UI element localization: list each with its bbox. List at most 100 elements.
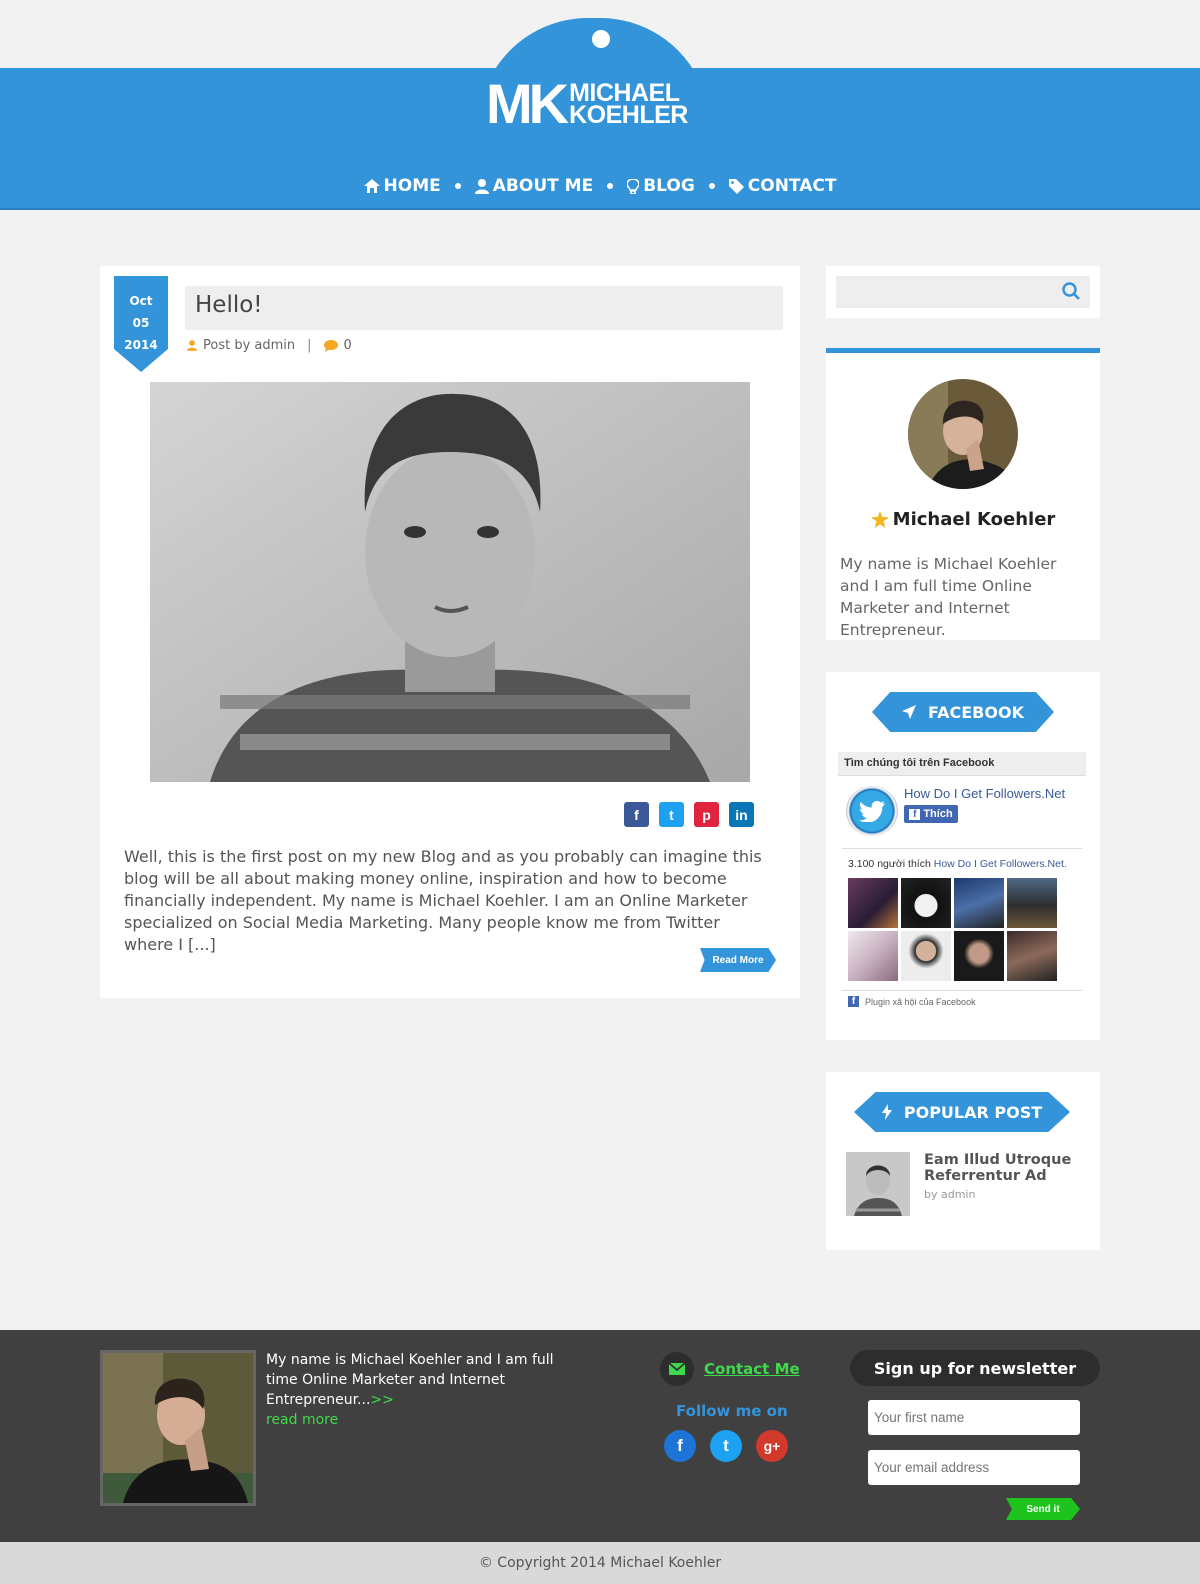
nav-home-label: HOME bbox=[383, 176, 441, 196]
about-name: Michael Koehler bbox=[826, 509, 1100, 530]
post-featured-image[interactable] bbox=[150, 382, 750, 782]
newsletter-first-name-field[interactable] bbox=[868, 1400, 1080, 1435]
footer-arrow[interactable]: >> bbox=[370, 1392, 393, 1408]
newsletter-email-field[interactable] bbox=[868, 1450, 1080, 1485]
post-date-year: 2014 bbox=[124, 338, 158, 352]
post-date-day: 05 bbox=[132, 316, 150, 330]
google-plus-social-button[interactable]: g+ bbox=[756, 1430, 788, 1462]
facebook-widget-title-text: FACEBOOK bbox=[928, 702, 1024, 722]
read-more-button[interactable]: Read More bbox=[700, 948, 776, 972]
newsletter-title: Sign up for newsletter bbox=[850, 1350, 1100, 1386]
about-widget: Michael Koehler My name is Michael Koehl… bbox=[826, 348, 1100, 640]
post-meta: Post by admin | 0 bbox=[187, 338, 352, 353]
post-author[interactable]: Post by admin bbox=[203, 338, 295, 353]
search-input[interactable] bbox=[836, 276, 1090, 308]
logo-name: MICHAEL KOEHLER bbox=[569, 81, 688, 129]
facebook-social-button[interactable]: f bbox=[664, 1430, 696, 1462]
fb-like-count: 3.100 người thích How Do I Get Followers… bbox=[848, 858, 1067, 870]
facebook-widget-title: FACEBOOK bbox=[872, 692, 1054, 732]
tag-icon bbox=[728, 178, 744, 194]
popular-post-link[interactable]: Eam Illud Utroque Referrentur Ad bbox=[924, 1152, 1074, 1184]
fb-fan-avatar[interactable] bbox=[1007, 878, 1057, 928]
nav-separator bbox=[607, 183, 614, 189]
newsletter-send-button[interactable]: Send it bbox=[1006, 1498, 1080, 1520]
facebook-icon: f bbox=[909, 808, 921, 820]
fb-like-button[interactable]: f Thích bbox=[904, 805, 958, 823]
twitter-social-button[interactable]: t bbox=[710, 1430, 742, 1462]
nav-home[interactable]: HOME bbox=[363, 176, 441, 196]
fb-divider bbox=[842, 848, 1082, 849]
contact-me-link[interactable]: Contact Me bbox=[704, 1360, 800, 1378]
fb-page-info: How Do I Get Followers.Net f Thích bbox=[846, 786, 1065, 836]
fb-fan-avatar[interactable] bbox=[901, 931, 951, 981]
popular-post-thumbnail[interactable] bbox=[846, 1152, 910, 1216]
copyright: © Copyright 2014 Michael Koehler bbox=[0, 1542, 1200, 1584]
footer-contact[interactable]: Contact Me bbox=[660, 1352, 800, 1386]
footer-photo bbox=[100, 1350, 256, 1506]
meta-divider: | bbox=[307, 338, 312, 353]
facebook-page-plugin: Tìm chúng tôi trên Facebook How Do I Get… bbox=[838, 752, 1086, 1014]
post-comment-count[interactable]: 0 bbox=[344, 338, 352, 353]
nav-contact[interactable]: CONTACT bbox=[728, 176, 837, 196]
share-facebook-button[interactable]: f bbox=[624, 802, 649, 827]
logo-monogram: MK bbox=[486, 72, 569, 135]
fb-plugin-footer[interactable]: f Plugin xã hội của Facebook bbox=[848, 996, 976, 1007]
facebook-widget: FACEBOOK Tìm chúng tôi trên Facebook How… bbox=[826, 672, 1100, 1040]
nav-about[interactable]: ABOUT ME bbox=[474, 176, 593, 196]
bolt-icon bbox=[881, 1104, 892, 1120]
nav-blog-label: BLOG bbox=[643, 176, 695, 196]
site-logo[interactable]: MK MICHAEL KOEHLER bbox=[486, 72, 688, 135]
main-nav: HOME ABOUT ME BLOG CONTACT bbox=[0, 176, 1200, 196]
location-arrow-icon bbox=[902, 705, 917, 719]
star-icon bbox=[870, 511, 889, 528]
fb-page-avatar[interactable] bbox=[846, 786, 898, 836]
follow-me-label: Follow me on bbox=[676, 1402, 788, 1420]
fb-fan-avatar[interactable] bbox=[1007, 931, 1057, 981]
fb-like-count-page[interactable]: How Do I Get Followers.Net. bbox=[934, 858, 1067, 870]
fb-fan-avatar[interactable] bbox=[901, 878, 951, 928]
nav-blog[interactable]: BLOG bbox=[627, 176, 695, 196]
search-widget bbox=[826, 266, 1100, 318]
fb-fan-avatar[interactable] bbox=[848, 931, 898, 981]
popular-post-item[interactable]: Eam Illud Utroque Referrentur Ad by admi… bbox=[846, 1152, 1074, 1216]
footer-read-more-link[interactable]: read more bbox=[266, 1412, 338, 1428]
header-dot bbox=[592, 30, 610, 48]
footer-contact-icon-wrap bbox=[660, 1352, 694, 1386]
fb-fan-avatar[interactable] bbox=[954, 878, 1004, 928]
author-icon bbox=[187, 340, 197, 351]
fb-like-count-text: 3.100 người thích bbox=[848, 858, 931, 870]
share-linkedin-button[interactable]: in bbox=[729, 802, 754, 827]
share-buttons: f t p in bbox=[624, 802, 754, 827]
footer-about-text: My name is Michael Koehler and I am full… bbox=[266, 1352, 554, 1408]
nav-contact-label: CONTACT bbox=[747, 176, 837, 196]
post-card: Oct 05 2014 Hello! Post by admin | 0 f t… bbox=[100, 266, 800, 998]
fb-divider bbox=[842, 990, 1082, 991]
share-pinterest-button[interactable]: p bbox=[694, 802, 719, 827]
facebook-icon: f bbox=[848, 996, 859, 1007]
post-title[interactable]: Hello! bbox=[185, 286, 783, 330]
popular-post-title-text: POPULAR POST bbox=[903, 1102, 1043, 1122]
nav-separator bbox=[708, 183, 715, 189]
footer-social-icons: f t g+ bbox=[664, 1430, 788, 1462]
site-footer: My name is Michael Koehler and I am full… bbox=[0, 1330, 1200, 1542]
about-name-text: Michael Koehler bbox=[892, 509, 1056, 530]
about-description: My name is Michael Koehler and I am full… bbox=[840, 555, 1057, 639]
twitter-bird-icon bbox=[859, 801, 885, 822]
post-date-ribbon: Oct 05 2014 bbox=[114, 276, 168, 372]
search-icon[interactable] bbox=[1062, 282, 1080, 300]
logo-name-line2: KOEHLER bbox=[569, 101, 688, 129]
post-date-month: Oct bbox=[129, 294, 153, 308]
fb-page-name[interactable]: How Do I Get Followers.Net bbox=[904, 786, 1065, 801]
home-icon bbox=[363, 179, 380, 193]
fb-fan-avatar[interactable] bbox=[954, 931, 1004, 981]
post-title-text: Hello! bbox=[195, 292, 263, 318]
fb-fan-grid bbox=[848, 878, 1057, 981]
comment-icon bbox=[323, 339, 338, 352]
post-excerpt: Well, this is the first post on my new B… bbox=[124, 847, 762, 954]
user-icon bbox=[474, 178, 489, 194]
popular-post-author: by admin bbox=[924, 1188, 976, 1201]
share-twitter-button[interactable]: t bbox=[659, 802, 684, 827]
fb-plugin-text: Plugin xã hội của Facebook bbox=[865, 996, 976, 1007]
lightbulb-icon bbox=[627, 178, 640, 194]
fb-fan-avatar[interactable] bbox=[848, 878, 898, 928]
